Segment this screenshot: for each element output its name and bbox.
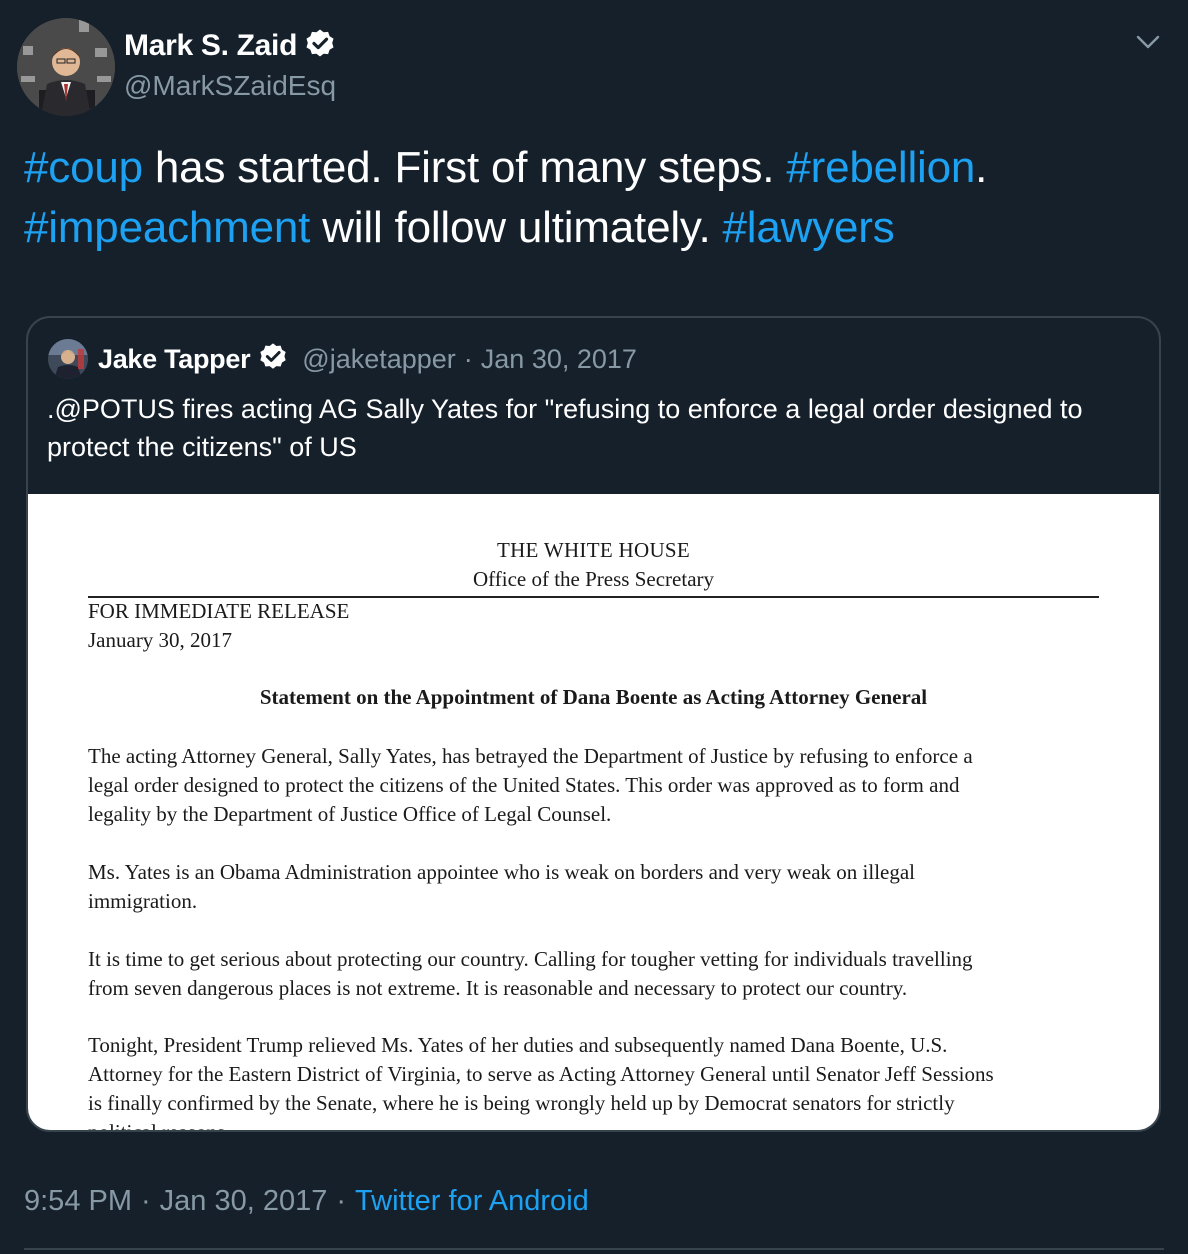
- hashtag-coup[interactable]: #coup: [24, 143, 143, 192]
- doc-date: January 30, 2017: [88, 628, 233, 652]
- quoted-separator: ·: [463, 343, 473, 374]
- doc-header-white-house: THE WHITE HOUSE: [496, 538, 691, 562]
- author-avatar[interactable]: [17, 18, 115, 116]
- verified-badge-icon: [304, 28, 336, 65]
- doc-line: Attorney for the Eastern District of Vir…: [88, 1062, 994, 1086]
- quoted-tweet-text: .@POTUS fires acting AG Sally Yates for …: [47, 394, 1083, 462]
- bottom-divider: [24, 1248, 1164, 1250]
- tweet-source-link[interactable]: Twitter for Android: [355, 1185, 589, 1218]
- tweet-metadata: 9:54 PM · Jan 30, 2017 · Twitter for And…: [24, 1182, 589, 1220]
- quoted-tweet-header: Jake Tapper @jaketapper · Jan 30, 2017: [48, 338, 637, 380]
- doc-line: political reasons.: [88, 1120, 231, 1132]
- hashtag-impeachment[interactable]: #impeachment: [24, 203, 310, 252]
- footer-separator: ·: [141, 1184, 151, 1217]
- doc-line: legal order designed to protect the citi…: [88, 773, 960, 797]
- doc-divider: [88, 596, 1099, 598]
- verified-badge-icon: [258, 342, 288, 377]
- doc-line: immigration.: [88, 889, 198, 913]
- doc-paragraph-1: The acting Attorney General, Sally Yates…: [88, 742, 1098, 829]
- quoted-author-avatar: [48, 339, 88, 379]
- doc-line: It is time to get serious about protecti…: [88, 947, 973, 971]
- doc-line: legality by the Department of Justice Of…: [88, 802, 612, 826]
- quoted-tweet-card[interactable]: Jake Tapper @jaketapper · Jan 30, 2017 .…: [26, 316, 1161, 1132]
- doc-paragraph-4: Tonight, President Trump relieved Ms. Ya…: [88, 1031, 1098, 1132]
- quoted-date[interactable]: Jan 30, 2017: [481, 344, 637, 375]
- author-name-row: Mark S. Zaid: [124, 27, 336, 65]
- quoted-author-handle[interactable]: @jaketapper: [302, 344, 456, 375]
- chevron-down-icon[interactable]: [1134, 32, 1162, 52]
- doc-line: Tonight, President Trump relieved Ms. Ya…: [88, 1033, 948, 1057]
- tweet-text-segment: has started. First of many steps.: [142, 143, 787, 192]
- tweet-date[interactable]: Jan 30, 2017: [160, 1185, 328, 1218]
- doc-title: Statement on the Appointment of Dana Boe…: [259, 685, 928, 709]
- doc-line: Ms. Yates is an Obama Administration app…: [88, 860, 916, 884]
- press-release-image[interactable]: THE WHITE HOUSE Office of the Press Secr…: [28, 494, 1159, 1132]
- tweet: Mark S. Zaid @MarkSZaidEsq #coup has sta…: [0, 0, 1188, 1254]
- author-handle[interactable]: @MarkSZaidEsq: [124, 70, 336, 102]
- doc-line: The acting Attorney General, Sally Yates…: [88, 744, 973, 768]
- tweet-time[interactable]: 9:54 PM: [24, 1185, 132, 1218]
- doc-line: from seven dangerous places is not extre…: [88, 976, 908, 1000]
- tweet-text-segment: .: [975, 143, 988, 192]
- doc-paragraph-3: It is time to get serious about protecti…: [88, 945, 1098, 1003]
- hashtag-rebellion[interactable]: #rebellion: [786, 143, 975, 192]
- footer-separator: ·: [336, 1184, 347, 1217]
- doc-line: is finally confirmed by the Senate, wher…: [88, 1091, 955, 1115]
- tweet-text: #coup has started. First of many steps. …: [24, 138, 1164, 258]
- tweet-text-segment: will follow ultimately.: [310, 203, 723, 252]
- doc-paragraph-2: Ms. Yates is an Obama Administration app…: [88, 858, 1098, 916]
- quoted-author-name[interactable]: Jake Tapper: [98, 344, 251, 375]
- hashtag-lawyers[interactable]: #lawyers: [723, 203, 895, 252]
- doc-header-press-office: Office of the Press Secretary: [472, 567, 715, 591]
- doc-release-label: FOR IMMEDIATE RELEASE: [88, 599, 350, 623]
- author-display-name[interactable]: Mark S. Zaid: [124, 29, 297, 63]
